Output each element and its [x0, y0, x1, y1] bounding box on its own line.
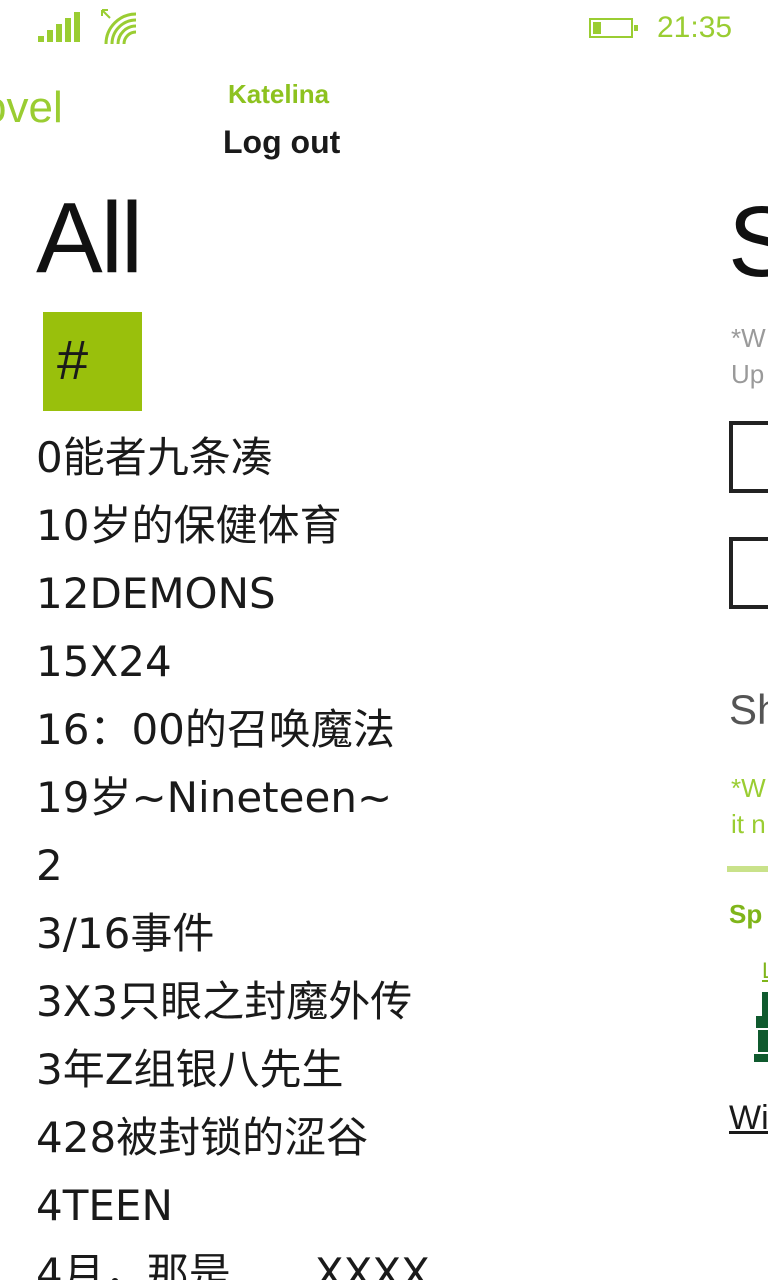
list-item[interactable]: 19岁~Nineteen~ — [36, 764, 576, 832]
note-line: Up — [731, 359, 765, 389]
app-title: ovel — [0, 83, 63, 132]
input-box[interactable] — [729, 421, 768, 493]
list-item[interactable]: 12DEMONS — [36, 560, 576, 628]
wifi-icon — [101, 9, 137, 44]
sponsor-logo-icon — [754, 992, 768, 1062]
list-item[interactable]: 15X24 — [36, 628, 576, 696]
title-list: 0能者九条凑 10岁的保健体育 12DEMONS 15X24 16：00的召唤魔… — [36, 424, 576, 1280]
list-item[interactable]: 4月，那是……XXXX — [36, 1240, 576, 1280]
note-line: *W — [731, 773, 766, 803]
list-item[interactable]: 16：00的召唤魔法 — [36, 696, 576, 764]
section-title-all: All — [36, 182, 143, 294]
list-item[interactable]: 3X3只眼之封魔外传 — [36, 968, 576, 1036]
logout-link[interactable]: Log out — [223, 120, 340, 164]
user-name: Katelina — [228, 79, 330, 109]
next-panel-subtitle: Sh — [729, 686, 768, 733]
next-panel-note: *W Up — [731, 320, 766, 392]
status-time: 21:35 — [657, 11, 733, 44]
next-panel-link[interactable]: Wi — [729, 1096, 768, 1140]
jump-to-hash-tile[interactable]: # — [43, 312, 142, 411]
list-item[interactable]: 0能者九条凑 — [36, 424, 576, 492]
next-panel-green-note: *W it n — [731, 770, 766, 842]
list-item[interactable]: 10岁的保健体育 — [36, 492, 576, 560]
note-line: it n — [731, 809, 766, 839]
list-item[interactable]: 428被封锁的涩谷 — [36, 1104, 576, 1172]
sponsor-label: Sp — [729, 899, 763, 929]
divider — [727, 866, 768, 872]
list-item[interactable]: 4TEEN — [36, 1172, 576, 1240]
input-box[interactable] — [729, 537, 768, 609]
list-item[interactable]: 3/16事件 — [36, 900, 576, 968]
screen: 21:35 ovel Katelina Log out All # 0能者九条凑… — [0, 0, 768, 1280]
hash-tile-label: # — [57, 328, 89, 391]
battery-low-icon — [589, 18, 638, 38]
next-panel-title: S — [728, 186, 768, 298]
list-item[interactable]: 2 — [36, 832, 576, 900]
list-item[interactable]: 3年Z组银八先生 — [36, 1036, 576, 1104]
ad-link[interactable]: L — [762, 956, 768, 986]
signal-bars-icon — [38, 12, 80, 42]
note-line: *W — [731, 323, 766, 353]
